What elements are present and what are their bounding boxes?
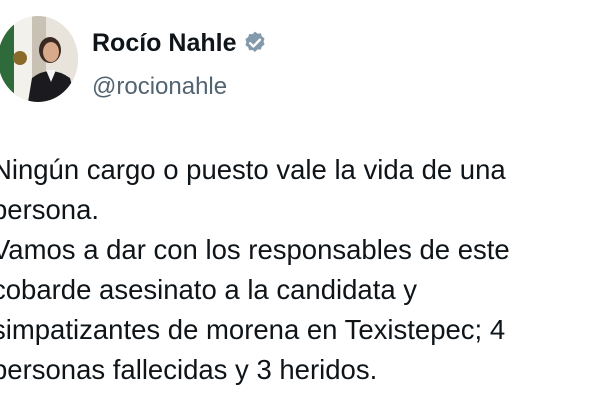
avatar-photo-icon [0, 16, 78, 102]
tweet-header: Rocío Nahle @rocionahle [0, 14, 600, 104]
author-display-name[interactable]: Rocío Nahle [92, 27, 236, 59]
tweet-text-line: persona. [0, 194, 100, 225]
tweet-text: Ningún cargo o puesto vale la vida de un… [0, 150, 592, 390]
tweet-text-line: cobarde asesinato a la candidata y [0, 274, 418, 305]
tweet-card: Rocío Nahle @rocionahle Ningún cargo o p… [0, 0, 600, 400]
author-handle[interactable]: @rocionahle [92, 72, 227, 102]
author-name-row: Rocío Nahle [92, 27, 268, 59]
tweet-text-line: Vamos a dar con los responsables de este [0, 234, 510, 265]
tweet-text-line: simpatizantes de morena en Texistepec; 4 [0, 314, 506, 345]
author-avatar[interactable] [0, 16, 78, 102]
tweet-text-line: Ningún cargo o puesto vale la vida de un… [0, 154, 506, 185]
verified-badge-icon [242, 30, 268, 56]
tweet-text-line: personas fallecidas y 3 heridos. [0, 354, 378, 385]
